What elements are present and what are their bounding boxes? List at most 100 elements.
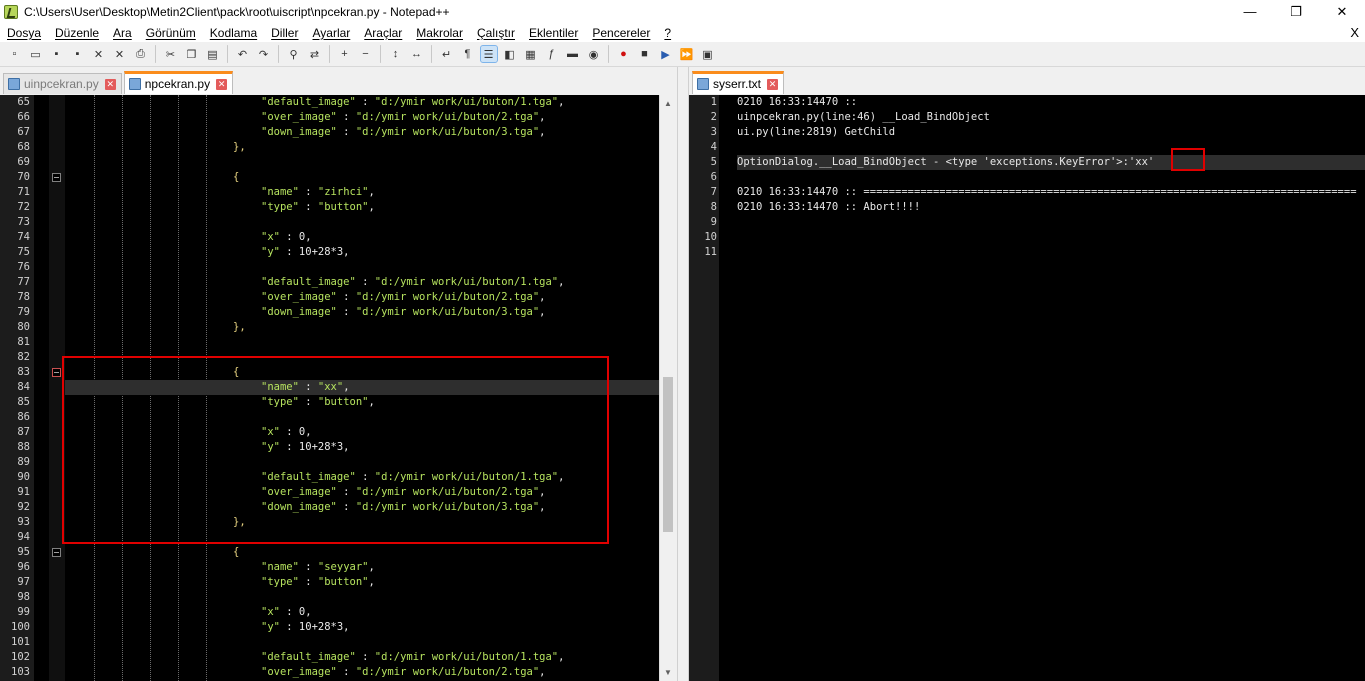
menu-item-7[interactable]: Araçlar xyxy=(357,26,409,40)
code-line[interactable]: }, xyxy=(65,140,659,155)
save-all-icon[interactable]: ▪ xyxy=(70,46,86,62)
menu-item-12[interactable]: ? xyxy=(657,26,678,40)
sync-h-icon[interactable]: ↔ xyxy=(409,46,425,62)
monitor-icon[interactable]: ◉ xyxy=(586,46,602,62)
tab-syserr-txt[interactable]: syserr.txt ✕ xyxy=(692,71,785,94)
code-line[interactable]: "y" : 10+28*3, xyxy=(65,245,659,260)
log-line[interactable]: 0210 16:33:14470 :: xyxy=(737,95,1365,110)
code-line[interactable] xyxy=(65,455,659,470)
menu-item-11[interactable]: Pencereler xyxy=(585,26,657,40)
close-tab-icon[interactable]: ✕ xyxy=(216,78,228,90)
new-file-icon[interactable]: ▫ xyxy=(7,46,23,62)
minimize-button[interactable]: — xyxy=(1227,0,1273,23)
print-icon[interactable]: ⎙ xyxy=(133,46,149,62)
close-document-button[interactable]: X xyxy=(1350,23,1359,42)
log-line[interactable]: uinpcekran.py(line:46) __Load_BindObject xyxy=(737,110,1365,125)
code-line[interactable] xyxy=(65,155,659,170)
copy-icon[interactable]: ❐ xyxy=(184,46,200,62)
code-line[interactable] xyxy=(65,590,659,605)
code-line[interactable]: "name" : "xx", xyxy=(65,380,659,395)
code-line[interactable] xyxy=(65,635,659,650)
cut-icon[interactable]: ✂ xyxy=(163,46,179,62)
close-window-button[interactable]: ✕ xyxy=(1319,0,1365,23)
code-line[interactable] xyxy=(65,530,659,545)
code-line[interactable]: "y" : 10+28*3, xyxy=(65,440,659,455)
code-line[interactable] xyxy=(65,335,659,350)
code-line[interactable]: { xyxy=(65,545,659,560)
fold-toggle-icon[interactable] xyxy=(52,368,61,377)
menu-item-4[interactable]: Kodlama xyxy=(203,26,264,40)
sync-v-icon[interactable]: ↕ xyxy=(388,46,404,62)
code-area[interactable]: "default_image" : "d:/ymir work/ui/buton… xyxy=(65,95,659,680)
menu-item-5[interactable]: Diller xyxy=(264,26,305,40)
code-line[interactable]: { xyxy=(65,170,659,185)
show-all-chars-icon[interactable]: ¶ xyxy=(460,46,476,62)
code-line[interactable]: "x" : 0, xyxy=(65,425,659,440)
paste-icon[interactable]: ▤ xyxy=(205,46,221,62)
code-line[interactable]: "over_image" : "d:/ymir work/ui/buton/2.… xyxy=(65,110,659,125)
save-icon[interactable]: ▪ xyxy=(49,46,65,62)
menu-item-1[interactable]: Düzenle xyxy=(48,26,106,40)
code-line[interactable] xyxy=(65,260,659,275)
scroll-up-icon[interactable]: ▲ xyxy=(660,95,676,112)
log-line[interactable] xyxy=(737,215,1365,230)
log-line[interactable]: ui.py(line:2819) GetChild xyxy=(737,125,1365,140)
log-line[interactable]: 0210 16:33:14470 :: Abort!!!! xyxy=(737,200,1365,215)
log-line[interactable] xyxy=(737,170,1365,185)
code-line[interactable] xyxy=(65,350,659,365)
save-macro-icon[interactable]: ▣ xyxy=(700,46,716,62)
code-line[interactable]: "down_image" : "d:/ymir work/ui/buton/3.… xyxy=(65,125,659,140)
menu-item-2[interactable]: Ara xyxy=(106,26,139,40)
code-line[interactable]: "over_image" : "d:/ymir work/ui/buton/2.… xyxy=(65,665,659,680)
code-line[interactable]: "down_image" : "d:/ymir work/ui/buton/3.… xyxy=(65,305,659,320)
log-line[interactable] xyxy=(737,245,1365,260)
close-icon[interactable]: ✕ xyxy=(91,46,107,62)
code-line[interactable]: "over_image" : "d:/ymir work/ui/buton/2.… xyxy=(65,290,659,305)
stop-macro-icon[interactable]: ■ xyxy=(637,46,653,62)
folder-workspace-icon[interactable]: ▬ xyxy=(565,46,581,62)
left-editor[interactable]: 65 66 67 68 69 70 71 72 73 74 75 76 77 78 79 80 81 82 83 84… xyxy=(0,95,659,681)
code-line[interactable]: "type" : "button", xyxy=(65,200,659,215)
close-tab-icon[interactable]: ✕ xyxy=(767,78,779,90)
log-line[interactable] xyxy=(737,230,1365,245)
fold-toggle-icon[interactable] xyxy=(52,548,61,557)
scroll-thumb[interactable] xyxy=(663,377,673,532)
menu-item-6[interactable]: Ayarlar xyxy=(305,26,357,40)
record-macro-icon[interactable]: ● xyxy=(616,46,632,62)
tab-uinpcekran-py[interactable]: uinpcekran.py ✕ xyxy=(3,73,122,94)
code-area[interactable]: 0210 16:33:14470 :: uinpcekran.py(line:46… xyxy=(737,95,1365,260)
code-line[interactable]: "type" : "button", xyxy=(65,575,659,590)
log-line[interactable]: OptionDialog.__Load_BindObject - <type '… xyxy=(737,155,1365,170)
zoom-out-icon[interactable]: − xyxy=(358,46,374,62)
menu-item-0[interactable]: Dosya xyxy=(0,26,48,40)
code-line[interactable]: "y" : 10+28*3, xyxy=(65,620,659,635)
replace-icon[interactable]: ⇄ xyxy=(307,46,323,62)
close-all-icon[interactable]: ✕ xyxy=(112,46,128,62)
code-line[interactable]: }, xyxy=(65,320,659,335)
menu-item-8[interactable]: Makrolar xyxy=(409,26,470,40)
view-splitter[interactable] xyxy=(677,67,689,681)
code-line[interactable] xyxy=(65,215,659,230)
run-macro-multiple-icon[interactable]: ⏩ xyxy=(679,46,695,62)
left-vertical-scrollbar[interactable]: ▲ ▼ xyxy=(659,95,676,681)
code-line[interactable]: "default_image" : "d:/ymir work/ui/buton… xyxy=(65,650,659,665)
redo-icon[interactable]: ↷ xyxy=(256,46,272,62)
code-line[interactable]: }, xyxy=(65,515,659,530)
find-icon[interactable]: ⚲ xyxy=(286,46,302,62)
code-line[interactable]: "x" : 0, xyxy=(65,230,659,245)
fold-margin[interactable] xyxy=(49,95,65,681)
code-line[interactable]: "default_image" : "d:/ymir work/ui/buton… xyxy=(65,470,659,485)
indent-guide-icon[interactable]: ☰ xyxy=(479,45,498,63)
code-line[interactable]: "default_image" : "d:/ymir work/ui/buton… xyxy=(65,95,659,110)
menu-item-3[interactable]: Görünüm xyxy=(139,26,203,40)
tab-npcekran-py[interactable]: npcekran.py ✕ xyxy=(123,71,234,94)
close-tab-icon[interactable]: ✕ xyxy=(104,78,116,90)
play-macro-icon[interactable]: ▶ xyxy=(658,46,674,62)
menu-item-10[interactable]: Eklentiler xyxy=(522,26,585,40)
code-line[interactable]: "name" : "zirhci", xyxy=(65,185,659,200)
code-line[interactable]: "x" : 0, xyxy=(65,605,659,620)
restore-button[interactable]: ❐ xyxy=(1273,0,1319,23)
scroll-down-icon[interactable]: ▼ xyxy=(660,664,676,681)
code-line[interactable]: "name" : "seyyar", xyxy=(65,560,659,575)
undo-icon[interactable]: ↶ xyxy=(235,46,251,62)
